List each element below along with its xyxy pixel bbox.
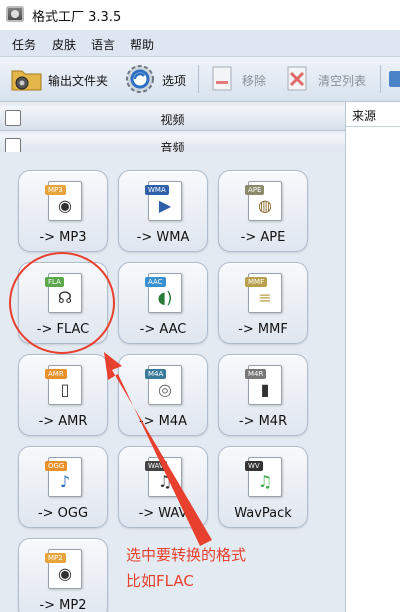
phone-icon: AMR ▯ xyxy=(45,365,82,405)
remove-label: 移除 xyxy=(242,74,267,88)
clear-list-icon xyxy=(287,66,307,91)
format-label: -> MP2 xyxy=(39,598,87,612)
category-panel: 视频 音频 MP3 ◉ -> MP3 WMA ▶ -> WMA APE ◍ -> xyxy=(0,102,346,612)
headphones-icon: FLA ☊ xyxy=(45,273,82,313)
app-logo-icon xyxy=(6,6,24,22)
category-video-label: 视频 xyxy=(160,113,185,127)
options-label: 选项 xyxy=(162,74,187,88)
menu-task[interactable]: 任务 xyxy=(12,36,36,53)
format-button-wavpack[interactable]: WV ♫ WavPack xyxy=(218,446,308,528)
format-tag: OGG xyxy=(45,461,68,471)
remove-document-icon xyxy=(212,66,232,91)
clear-list-label: 清空列表 xyxy=(318,74,367,88)
format-tag: AAC xyxy=(145,277,166,287)
format-button-mp3[interactable]: MP3 ◉ -> MP3 xyxy=(18,170,108,252)
speaker-pair-icon: APE ◍ xyxy=(245,181,282,221)
format-button-mmf[interactable]: MMF ≡ -> MMF xyxy=(218,262,308,344)
format-button-wav[interactable]: WAV ♫ -> WAV xyxy=(118,446,208,528)
gear-icon xyxy=(126,65,154,93)
format-grid: MP3 ◉ -> MP3 WMA ▶ -> WMA APE ◍ -> APE F… xyxy=(0,152,345,612)
format-label: WavPack xyxy=(234,506,292,521)
format-label: -> M4R xyxy=(238,414,288,429)
menu-help[interactable]: 帮助 xyxy=(130,36,154,53)
menu-skin[interactable]: 皮肤 xyxy=(52,36,76,53)
window-title: 格式工厂 3.3.5 xyxy=(32,10,122,25)
toolbar-overflow-button[interactable] xyxy=(386,63,400,95)
format-button-aac[interactable]: AAC ◖) -> AAC xyxy=(118,262,208,344)
format-label: -> WAV xyxy=(138,506,188,521)
format-tag: MP3 xyxy=(45,185,66,195)
clear-list-button[interactable]: 清空列表 xyxy=(282,63,374,95)
annotation-text-line1: 选中要转换的格式 xyxy=(126,546,247,564)
music-notes-icon: WAV ♫ xyxy=(145,457,182,497)
menu-bar: 任务 皮肤 语言 帮助 xyxy=(0,30,400,57)
format-tag: M4A xyxy=(145,369,167,379)
format-label: -> AAC xyxy=(139,322,187,337)
format-label: -> M4A xyxy=(138,414,188,429)
speaker-sound-icon: AAC ◖) xyxy=(145,273,182,313)
format-label: -> MMF xyxy=(238,322,288,337)
format-tag: WV xyxy=(245,461,263,471)
format-tag: WMA xyxy=(145,185,169,195)
disc-icon: M4A ◎ xyxy=(145,365,182,405)
file-list-panel: 来源 xyxy=(346,102,400,612)
output-folder-button[interactable]: 输出文件夹 xyxy=(8,63,114,95)
options-button[interactable]: 选项 xyxy=(122,63,192,95)
format-tag: APE xyxy=(245,185,265,195)
document-icon: MMF ≡ xyxy=(245,273,282,313)
remove-button[interactable]: 移除 xyxy=(206,63,272,95)
toolbar: 输出文件夹 选项 移除 清空列表 xyxy=(0,57,400,102)
format-button-mp2[interactable]: MP2 ◉ -> MP2 xyxy=(18,538,108,612)
format-button-m4r[interactable]: M4R ▮ -> M4R xyxy=(218,354,308,436)
speaker-icon: MP3 ◉ xyxy=(45,181,82,221)
phone-icon: M4R ▮ xyxy=(245,365,282,405)
menu-language[interactable]: 语言 xyxy=(91,36,115,53)
format-tag: AMR xyxy=(45,369,67,379)
format-button-ogg[interactable]: OGG ♪ -> OGG xyxy=(18,446,108,528)
green-note-icon: WV ♫ xyxy=(245,457,282,497)
format-label: -> OGG xyxy=(37,506,89,521)
folder-icon xyxy=(11,70,42,91)
annotation-text-line2: 比如FLAC xyxy=(126,572,194,590)
format-tag: FLA xyxy=(45,277,64,287)
format-button-wma[interactable]: WMA ▶ -> WMA xyxy=(118,170,208,252)
format-button-ape[interactable]: APE ◍ -> APE xyxy=(218,170,308,252)
toolbar-separator xyxy=(198,65,199,93)
format-tag: MMF xyxy=(245,277,268,287)
play-disc-icon: WMA ▶ xyxy=(145,181,182,221)
toolbar-separator xyxy=(380,65,381,93)
format-label: -> MP3 xyxy=(39,230,87,245)
format-button-flac[interactable]: FLA ☊ -> FLAC xyxy=(18,262,108,344)
output-folder-label: 输出文件夹 xyxy=(48,74,109,88)
title-bar: 格式工厂 3.3.5 xyxy=(0,0,400,30)
source-column-header[interactable]: 来源 xyxy=(346,102,400,127)
source-column-label: 来源 xyxy=(352,109,377,123)
speaker-icon: MP2 ◉ xyxy=(45,549,82,589)
format-tag: WAV xyxy=(145,461,167,471)
format-button-amr[interactable]: AMR ▯ -> AMR xyxy=(18,354,108,436)
format-button-m4a[interactable]: M4A ◎ -> M4A xyxy=(118,354,208,436)
format-label: -> FLAC xyxy=(36,322,90,337)
stop-icon xyxy=(389,71,400,87)
category-video[interactable]: 视频 xyxy=(0,106,345,131)
format-label: -> WMA xyxy=(136,230,190,245)
format-tag: MP2 xyxy=(45,553,66,563)
format-label: -> AMR xyxy=(38,414,88,429)
format-tag: M4R xyxy=(245,369,267,379)
format-label: -> APE xyxy=(240,230,286,245)
music-note-icon: OGG ♪ xyxy=(45,457,82,497)
